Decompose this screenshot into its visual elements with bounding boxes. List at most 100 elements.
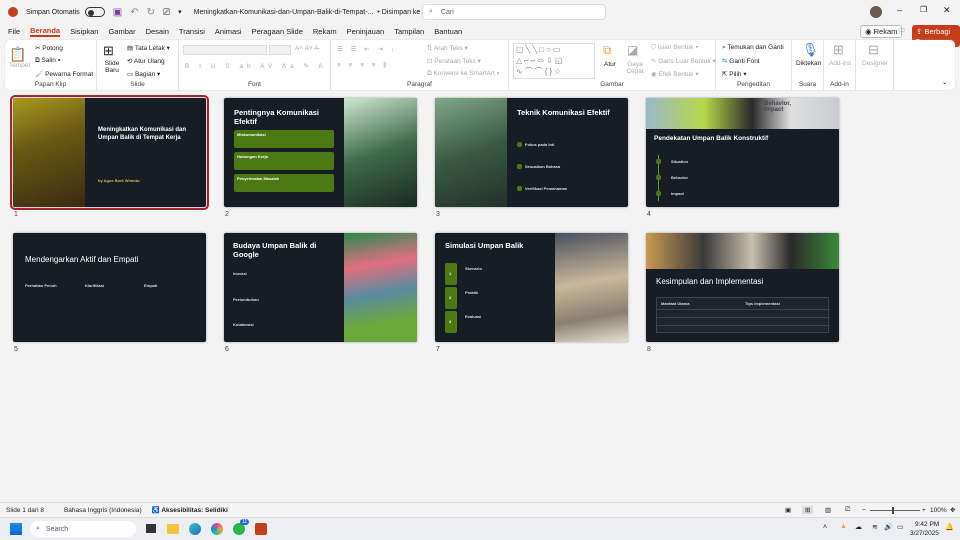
format-painter-button[interactable]: 🖌 Pewarna Format [35, 70, 93, 78]
redo-icon[interactable]: ↻ [147, 7, 155, 18]
windows-start-icon[interactable] [10, 523, 22, 535]
align-buttons[interactable]: ≡ ≡ ≡ ≡ ⫼ [337, 62, 389, 70]
google-drive-icon[interactable]: ▲ [840, 523, 847, 530]
shapes-gallery[interactable]: ▢╲╲□○▭ △⌐⌐⇨⇩◱ ∿⌒⌒{}☆ [513, 43, 595, 79]
arrange-icon[interactable]: ⧉ [603, 43, 612, 58]
slide-thumbnail-2[interactable]: Pentingnya Komunikasi Efektif Miskomunik… [224, 98, 417, 207]
comments-button[interactable]: ▭ [898, 25, 905, 34]
layout-button[interactable]: ▤ Tata Letak ▾ [127, 44, 170, 52]
normal-view-icon[interactable]: ▣ [785, 506, 791, 514]
font-size-select[interactable] [269, 45, 291, 55]
customize-toolbar-icon[interactable]: ▾ [178, 8, 182, 16]
notifications-icon[interactable]: 🔔 [945, 523, 954, 531]
language-status[interactable]: Bahasa Inggris (Indonesia) [64, 507, 142, 514]
replace-font-button[interactable]: ⇆ Ganti Font [722, 57, 760, 65]
accessibility-status[interactable]: ♿ Aksesibilitas: Selidiki [152, 506, 228, 514]
battery-icon[interactable]: ▭ [897, 523, 904, 531]
copilot-icon[interactable] [211, 523, 223, 535]
collapse-ribbon-icon[interactable]: ⌄ [942, 78, 947, 86]
find-replace-button[interactable]: ⌕ Temukan dan Ganti [722, 44, 784, 52]
designer-icon[interactable]: ⊟ [868, 42, 879, 58]
list-buttons[interactable]: ☰ ☰ ⇤ ⇥ ↕ [337, 45, 397, 53]
record-button[interactable]: ◉ Rekam [860, 25, 903, 38]
minimize-button[interactable]: – [897, 5, 902, 15]
slide-thumbnail-6[interactable]: Budaya Umpan Balik di Google Inovasi Per… [224, 233, 417, 342]
slide-thumbnail-8[interactable]: Kesimpulan dan Implementasi Manfaat Utam… [646, 233, 839, 342]
search-box[interactable]: ⌕ Cari [422, 4, 606, 20]
volume-icon[interactable]: 🔊 [884, 523, 893, 531]
tab-file[interactable]: File [8, 27, 20, 36]
tab-beranda[interactable]: Beranda [30, 26, 61, 37]
text-direction-button[interactable]: ⇅ Arah Teks ▾ [427, 44, 468, 52]
quick-styles-icon[interactable]: ◪ [627, 43, 638, 57]
slideshow-view-icon[interactable]: ⎚ [845, 506, 850, 514]
save-icon[interactable]: ▣ [113, 7, 122, 18]
section-button[interactable]: ▭ Bagian ▾ [127, 70, 160, 78]
fit-slide-icon[interactable]: ✥ [950, 506, 955, 514]
file-explorer-icon[interactable] [167, 524, 179, 534]
tab-desain[interactable]: Desain [146, 27, 169, 36]
paste-icon[interactable]: 📋 [9, 46, 26, 63]
undo-icon[interactable]: ↶ [130, 7, 138, 18]
present-icon[interactable]: ⎚ [163, 7, 170, 18]
new-slide-icon[interactable]: ⊞ [103, 43, 114, 59]
slide-thumbnail-3[interactable]: Teknik Komunikasi Efektif Fokus pada Int… [435, 98, 628, 207]
smartart-button[interactable]: ⧉ Konversi ke SmartArt ▾ [427, 70, 499, 78]
slide-item: Inovasi [233, 271, 247, 276]
addins-icon[interactable]: ⊞ [833, 42, 844, 58]
select-button[interactable]: ⇱ Pilih ▾ [722, 70, 747, 78]
clock-date[interactable]: 3/27/2025 [910, 530, 939, 537]
clock-time[interactable]: 9:42 PM [915, 521, 939, 528]
addins-button[interactable]: Add-ins [829, 60, 851, 67]
tab-sisipkan[interactable]: Sisipkan [70, 27, 98, 36]
slide-number: 1 [14, 211, 18, 218]
slide-sorter-view-icon[interactable]: ⊞ [802, 506, 814, 514]
shape-effects-button[interactable]: ◉ Efek Bentuk ▾ [651, 70, 699, 78]
tab-transisi[interactable]: Transisi [179, 27, 205, 36]
cut-button[interactable]: ✂ Potong [35, 44, 63, 52]
zoom-level[interactable]: 100% [930, 507, 947, 514]
new-slide-button[interactable]: Slide Baru [103, 60, 121, 74]
align-text-button[interactable]: ⊡ Perataan Teks ▾ [427, 57, 481, 65]
shape-outline-button[interactable]: ✎ Garis Luar Bentuk ▾ [651, 57, 716, 65]
dictate-button[interactable]: Diktekan [796, 60, 821, 67]
taskbar-search[interactable]: ⌕ Search [30, 521, 136, 537]
designer-button[interactable]: Designer [862, 60, 888, 67]
paste-button[interactable]: Tempel [9, 62, 30, 69]
powerpoint-taskbar-icon[interactable] [255, 523, 267, 535]
show-hidden-icons[interactable]: ˄ [823, 524, 827, 531]
close-button[interactable]: ✕ [943, 5, 951, 16]
font-format-buttons[interactable]: B I U S ab AV Aa ✎ A [185, 62, 327, 70]
tab-bantuan[interactable]: Bantuan [434, 27, 462, 36]
shape-fill-button[interactable]: ⛉ Isian Bentuk ▾ [651, 44, 698, 52]
edge-icon[interactable] [189, 523, 201, 535]
tab-rekam[interactable]: Rekam [313, 27, 337, 36]
microphone-icon[interactable]: 🎙 [802, 42, 819, 58]
zoom-in-button[interactable]: + [922, 507, 926, 514]
arrange-button[interactable]: Atur [604, 61, 616, 68]
font-grow-shrink-buttons[interactable]: A˄ A˅ A̶ [295, 45, 319, 52]
tab-gambar[interactable]: Gambar [108, 27, 135, 36]
font-name-select[interactable] [183, 45, 267, 55]
task-view-icon[interactable] [146, 524, 156, 533]
autosave-toggle[interactable] [84, 7, 105, 17]
quick-styles-button[interactable]: Gaya Cepat [624, 61, 646, 75]
tab-peragaan-slide[interactable]: Peragaan Slide [252, 27, 303, 36]
reset-button[interactable]: ⟲ Atur Ulang [127, 57, 165, 65]
wifi-icon[interactable]: ≋ [872, 523, 878, 531]
tab-peninjauan[interactable]: Peninjauan [347, 27, 385, 36]
zoom-out-button[interactable]: − [862, 507, 866, 514]
group-clipboard: 📋 Tempel ✂ Potong ⧉ Salin ▾ 🖌 Pewarna Fo… [5, 40, 97, 90]
slide-thumbnail-4[interactable]: Behavior, Impact Pendekatan Umpan Balik … [646, 98, 839, 207]
tab-animasi[interactable]: Animasi [215, 27, 242, 36]
zoom-slider[interactable] [870, 507, 920, 514]
copy-button[interactable]: ⧉ Salin ▾ [35, 57, 60, 65]
onedrive-icon[interactable]: ☁ [855, 523, 862, 531]
restore-button[interactable]: ❐ [920, 5, 927, 14]
slide-thumbnail-1[interactable]: Meningkatkan Komunikasi dan Umpan Balik … [10, 95, 209, 210]
tab-tampilan[interactable]: Tampilan [394, 27, 424, 36]
slide-thumbnail-5[interactable]: Mendengarkan Aktif dan Empati Perhatian … [13, 233, 206, 342]
reading-view-icon[interactable]: ▥ [825, 506, 831, 514]
slide-thumbnail-7[interactable]: Simulasi Umpan Balik 1 2 3 Skenario Prak… [435, 233, 628, 342]
avatar[interactable] [870, 6, 882, 18]
